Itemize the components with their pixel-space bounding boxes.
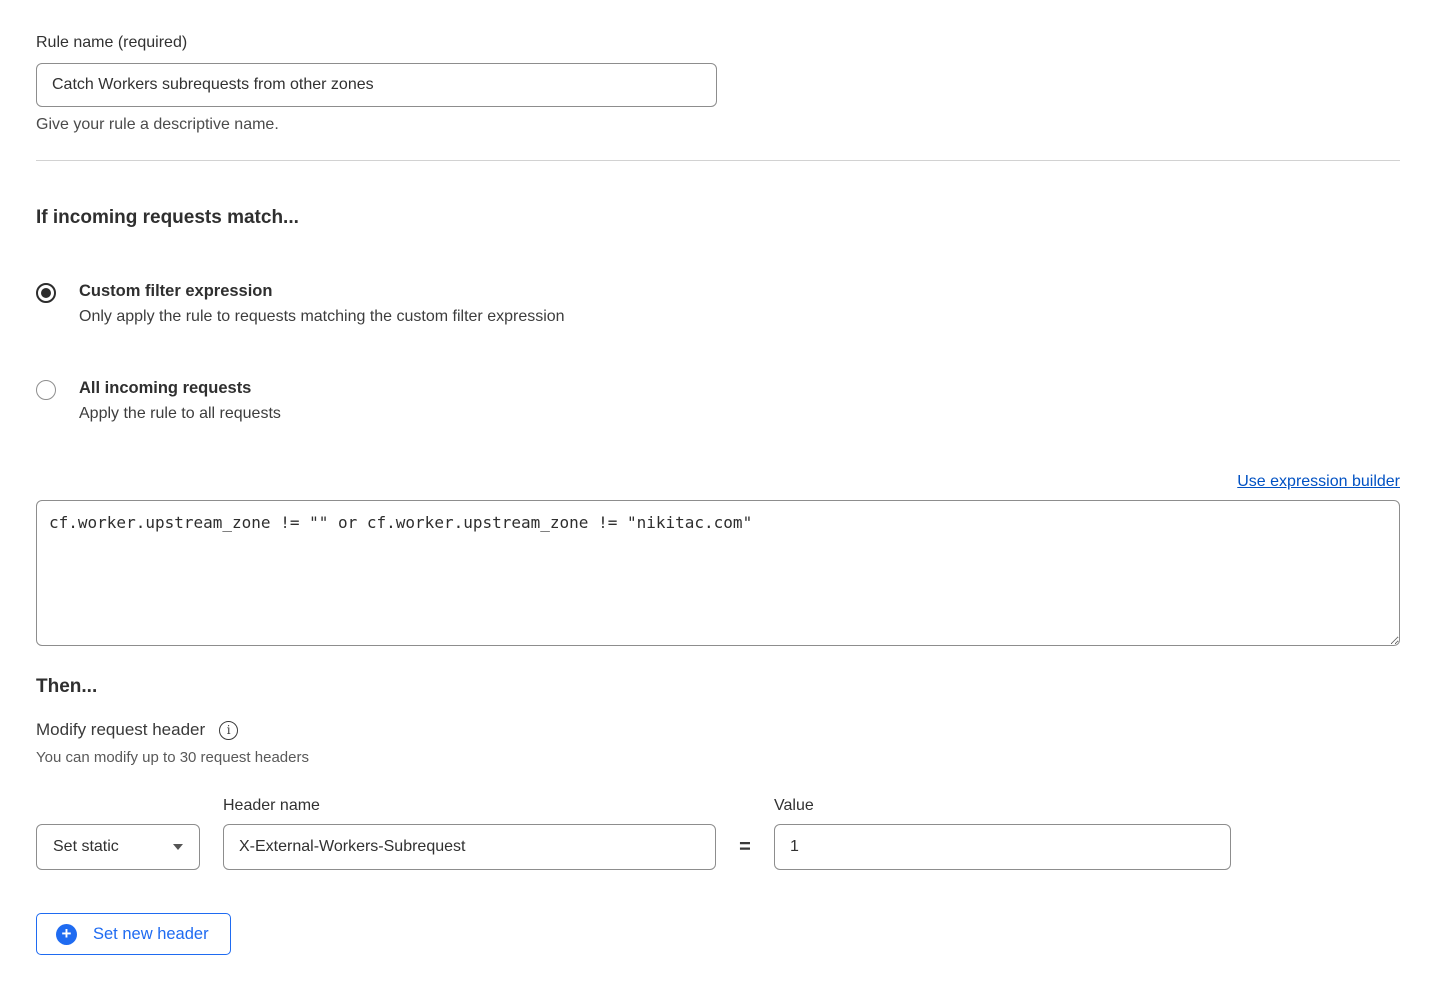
info-icon[interactable]: i bbox=[219, 721, 238, 740]
radio-selected-dot bbox=[41, 288, 51, 298]
section-divider bbox=[36, 160, 1400, 161]
set-new-header-button-label: Set new header bbox=[93, 925, 209, 944]
header-editor-grid: Header name Value Set static = bbox=[36, 797, 1400, 870]
set-new-header-button[interactable]: + Set new header bbox=[36, 913, 231, 955]
plus-icon: + bbox=[56, 924, 77, 945]
equals-sign: = bbox=[716, 836, 774, 859]
filter-expression-textarea[interactable]: cf.worker.upstream_zone != "" or cf.work… bbox=[36, 500, 1400, 646]
rule-name-input[interactable] bbox=[36, 63, 717, 107]
radio-description-all-requests: Apply the rule to all requests bbox=[79, 405, 281, 423]
operation-select-value: Set static bbox=[53, 838, 119, 856]
radio-option-all-requests[interactable]: All incoming requests Apply the rule to … bbox=[36, 379, 1400, 423]
radio-description-custom-filter: Only apply the rule to requests matching… bbox=[79, 308, 565, 326]
modify-request-header-label: Modify request header bbox=[36, 720, 205, 740]
radio-button-custom-filter[interactable] bbox=[36, 283, 56, 303]
radio-label-custom-filter: Custom filter expression bbox=[79, 282, 565, 301]
chevron-down-icon bbox=[173, 844, 183, 850]
rule-name-help-text: Give your rule a descriptive name. bbox=[36, 116, 1400, 134]
radio-label-all-requests: All incoming requests bbox=[79, 379, 281, 398]
modify-header-help-text: You can modify up to 30 request headers bbox=[36, 749, 1400, 766]
value-column-label: Value bbox=[774, 797, 1231, 815]
radio-button-all-requests[interactable] bbox=[36, 380, 56, 400]
radio-option-custom-filter[interactable]: Custom filter expression Only apply the … bbox=[36, 282, 1400, 326]
expression-builder-link-row: Use expression builder bbox=[36, 473, 1400, 491]
header-name-column-label: Header name bbox=[223, 797, 716, 815]
rule-configuration-form: Rule name (required) Give your rule a de… bbox=[0, 0, 1446, 988]
match-section-heading: If incoming requests match... bbox=[36, 207, 1400, 229]
radio-option-texts: All incoming requests Apply the rule to … bbox=[79, 379, 281, 423]
then-section-heading: Then... bbox=[36, 676, 1400, 698]
action-row: Modify request header i bbox=[36, 720, 1400, 740]
operation-select[interactable]: Set static bbox=[36, 824, 200, 870]
header-value-input[interactable] bbox=[774, 824, 1231, 870]
rule-name-label: Rule name (required) bbox=[36, 34, 1400, 52]
use-expression-builder-link[interactable]: Use expression builder bbox=[1237, 473, 1400, 490]
radio-option-texts: Custom filter expression Only apply the … bbox=[79, 282, 565, 326]
header-name-input[interactable] bbox=[223, 824, 716, 870]
